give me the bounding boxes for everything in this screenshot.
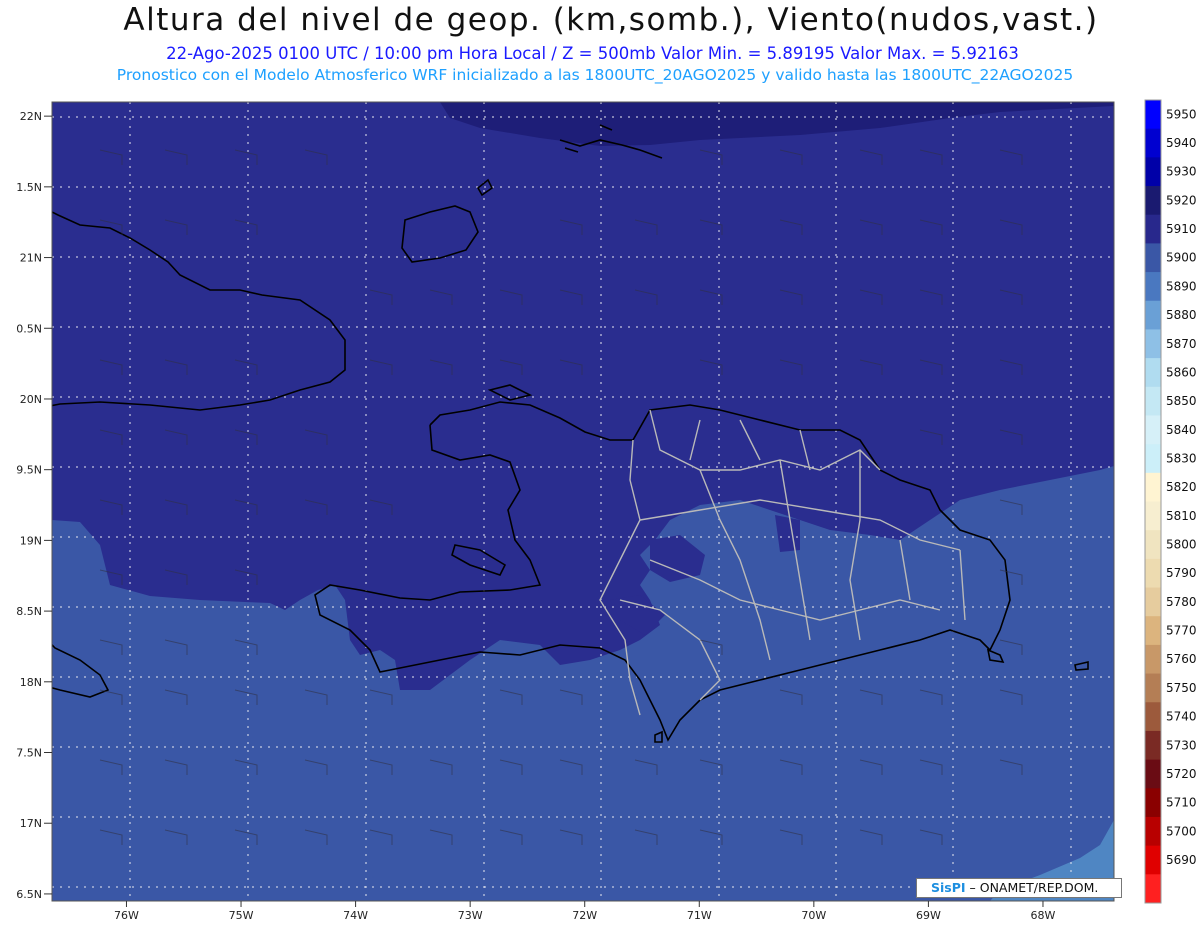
colorbar-swatch xyxy=(1145,788,1161,818)
colorbar-level-label: 5950 xyxy=(1166,107,1197,121)
latitude-axis: 22N 1.5N 21N 0.5N 20N 9.5N 19N 8.5N 18N 7.5N 17N 6.… xyxy=(16,110,52,901)
colorbar-level-label: 5890 xyxy=(1166,279,1197,293)
colorbar-level-label: 5840 xyxy=(1166,423,1197,437)
colorbar: 5950 5940 5930 5920 5910 5900 5890 5880 5870 5860… xyxy=(1144,99,1197,904)
colorbar-level-label: 5830 xyxy=(1166,451,1197,465)
colorbar-swatch xyxy=(1145,530,1161,560)
onamet-credit: – ONAMET/REP.DOM. xyxy=(965,880,1099,895)
lat-tick-label: 0.5N xyxy=(16,322,42,335)
colorbar-level-label: 5870 xyxy=(1166,337,1197,351)
lon-tick-label: 71W xyxy=(687,909,712,922)
colorbar-level-label: 5720 xyxy=(1166,767,1197,781)
lat-tick-label: 21N xyxy=(20,252,42,265)
lon-tick-label: 74W xyxy=(343,909,368,922)
colorbar-swatch xyxy=(1145,329,1161,359)
colorbar-swatch xyxy=(1145,845,1161,875)
colorbar-swatch xyxy=(1145,472,1161,502)
colorbar-swatch xyxy=(1145,616,1161,646)
colorbar-level-label: 5690 xyxy=(1166,853,1197,867)
lat-tick-label: 19N xyxy=(20,534,42,547)
colorbar-swatch xyxy=(1145,272,1161,302)
lat-tick-label: 9.5N xyxy=(16,464,42,477)
longitude-axis: 76W 75W 74W 73W 72W 71W 70W 69W 68W xyxy=(114,901,1056,922)
colorbar-level-label: 5700 xyxy=(1166,824,1197,838)
colorbar-level-label: 5770 xyxy=(1166,624,1197,638)
colorbar-level-label: 5750 xyxy=(1166,681,1197,695)
lon-tick-label: 69W xyxy=(916,909,941,922)
lon-tick-label: 76W xyxy=(114,909,139,922)
colorbar-swatch xyxy=(1145,444,1161,474)
colorbar-swatch xyxy=(1145,243,1161,273)
colorbar-swatch xyxy=(1145,157,1161,187)
lat-tick-label: 22N xyxy=(20,110,42,123)
colorbar-swatch xyxy=(1145,816,1161,847)
colorbar-swatch xyxy=(1145,673,1161,703)
colorbar-level-label: 5940 xyxy=(1166,136,1197,150)
colorbar-level-label: 5860 xyxy=(1166,365,1197,379)
colorbar-level-label: 5800 xyxy=(1166,538,1197,552)
colorbar-swatch xyxy=(1145,702,1161,732)
lat-tick-label: 18N xyxy=(20,676,42,689)
lon-tick-label: 70W xyxy=(801,909,826,922)
lon-tick-label: 75W xyxy=(229,909,254,922)
colorbar-level-label: 5740 xyxy=(1166,710,1197,724)
colorbar-swatch xyxy=(1145,300,1161,330)
sispi-brand: SisPI xyxy=(931,880,966,895)
colorbar-swatch xyxy=(1145,186,1161,216)
lon-tick-label: 68W xyxy=(1031,909,1056,922)
colorbar-level-label: 5710 xyxy=(1166,796,1197,810)
lat-tick-label: 17N xyxy=(20,817,42,830)
colorbar-swatch xyxy=(1145,100,1161,130)
lat-tick-label: 20N xyxy=(20,393,42,406)
lon-tick-label: 73W xyxy=(458,909,483,922)
map-plot-area xyxy=(52,102,1114,901)
colorbar-swatch xyxy=(1145,558,1161,589)
colorbar-swatch xyxy=(1145,386,1161,416)
colorbar-level-label: 5810 xyxy=(1166,509,1197,523)
colorbar-swatch xyxy=(1145,587,1161,617)
weather-map: 22N 1.5N 21N 0.5N 20N 9.5N 19N 8.5N 18N 7.5N 17N 6.… xyxy=(16,99,1197,922)
colorbar-level-label: 5820 xyxy=(1166,480,1197,494)
colorbar-level-label: 5850 xyxy=(1166,394,1197,408)
colorbar-level-label: 5790 xyxy=(1166,566,1197,580)
colorbar-swatch xyxy=(1145,874,1161,904)
lat-tick-label: 1.5N xyxy=(16,181,42,194)
lat-tick-label: 8.5N xyxy=(16,605,42,618)
colorbar-swatch xyxy=(1145,128,1161,158)
colorbar-swatch xyxy=(1145,214,1161,244)
colorbar-swatch xyxy=(1145,730,1161,761)
lat-tick-label: 6.5N xyxy=(16,888,42,901)
colorbar-swatch xyxy=(1145,358,1161,388)
colorbar-level-label: 5900 xyxy=(1166,251,1197,265)
sispi-logo: SisPI – ONAMET/REP.DOM. xyxy=(916,878,1122,898)
colorbar-level-label: 5880 xyxy=(1166,308,1197,322)
colorbar-level-label: 5730 xyxy=(1166,738,1197,752)
lon-tick-label: 72W xyxy=(572,909,597,922)
colorbar-level-label: 5920 xyxy=(1166,193,1197,207)
colorbar-level-label: 5760 xyxy=(1166,652,1197,666)
colorbar-swatch xyxy=(1145,415,1161,445)
colorbar-swatch xyxy=(1145,759,1161,789)
colorbar-swatch xyxy=(1145,644,1161,675)
colorbar-level-label: 5910 xyxy=(1166,222,1197,236)
lat-tick-label: 7.5N xyxy=(16,747,42,760)
colorbar-level-label: 5930 xyxy=(1166,165,1197,179)
colorbar-level-label: 5780 xyxy=(1166,595,1197,609)
colorbar-swatch xyxy=(1145,501,1161,531)
